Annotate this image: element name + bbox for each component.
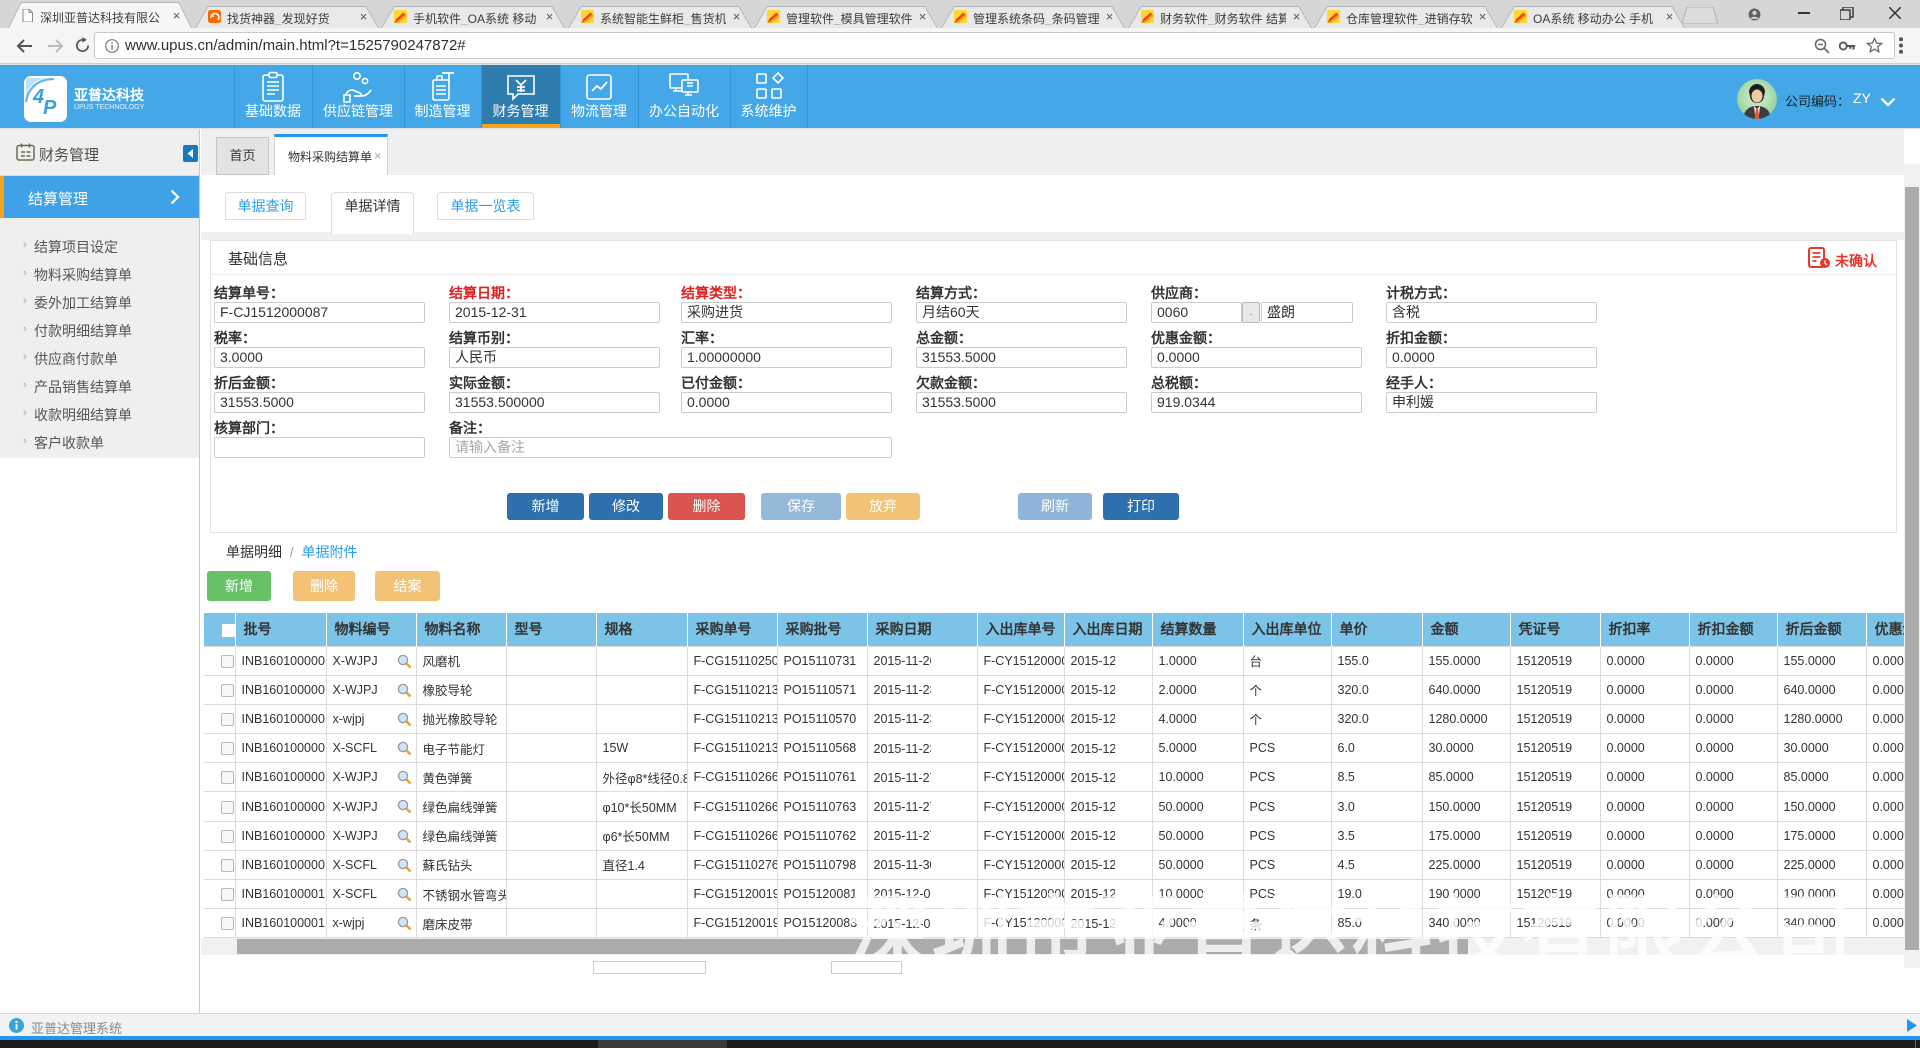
- svg-text:P: P: [43, 97, 57, 119]
